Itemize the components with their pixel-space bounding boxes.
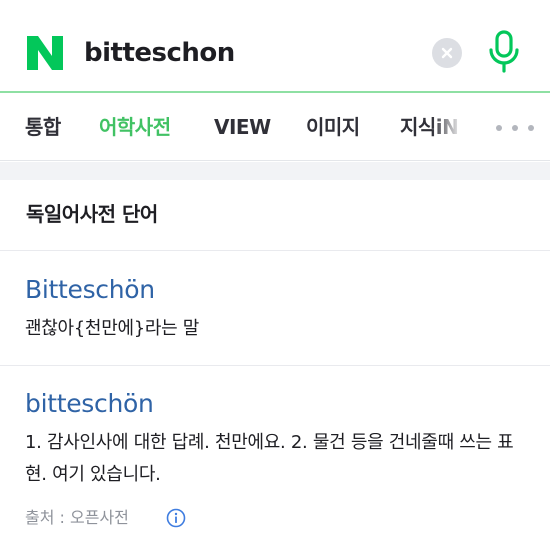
search-bar: bitteschon <box>0 0 550 93</box>
divider <box>0 250 550 251</box>
clear-icon <box>441 47 453 59</box>
section-title: 독일어사전 단어 <box>26 202 158 226</box>
tab-view[interactable]: VIEW <box>214 113 271 141</box>
naver-logo-icon[interactable] <box>27 36 63 70</box>
info-icon[interactable] <box>166 508 186 528</box>
tab-dictionary[interactable]: 어학사전 <box>99 113 171 141</box>
tab-images[interactable]: 이미지 <box>306 113 360 141</box>
entry-definition: 괜찮아{천만에}라는 말 <box>25 318 200 339</box>
entry-word[interactable]: Bitteschön <box>25 274 155 306</box>
microphone-icon[interactable] <box>486 30 522 74</box>
entry-word[interactable]: bitteschön <box>25 388 154 420</box>
clear-button[interactable] <box>432 38 462 68</box>
more-dots-icon[interactable] <box>496 125 536 135</box>
tab-knowledge-in[interactable]: 지식iN <box>400 113 459 141</box>
tab-all[interactable]: 통합 <box>25 113 61 141</box>
section-spacer <box>0 162 550 180</box>
entry-definition: 1. 감사인사에 대한 답례. 천만에요. 2. 물건 등을 건네줄때 쓰는 표… <box>25 432 514 485</box>
search-query[interactable]: bitteschon <box>84 37 235 69</box>
source-label: 출처 : 오픈사전 <box>25 508 129 527</box>
tab-bar: 통합 어학사전 VIEW 이미지 지식iN <box>0 95 550 161</box>
divider <box>0 365 550 366</box>
